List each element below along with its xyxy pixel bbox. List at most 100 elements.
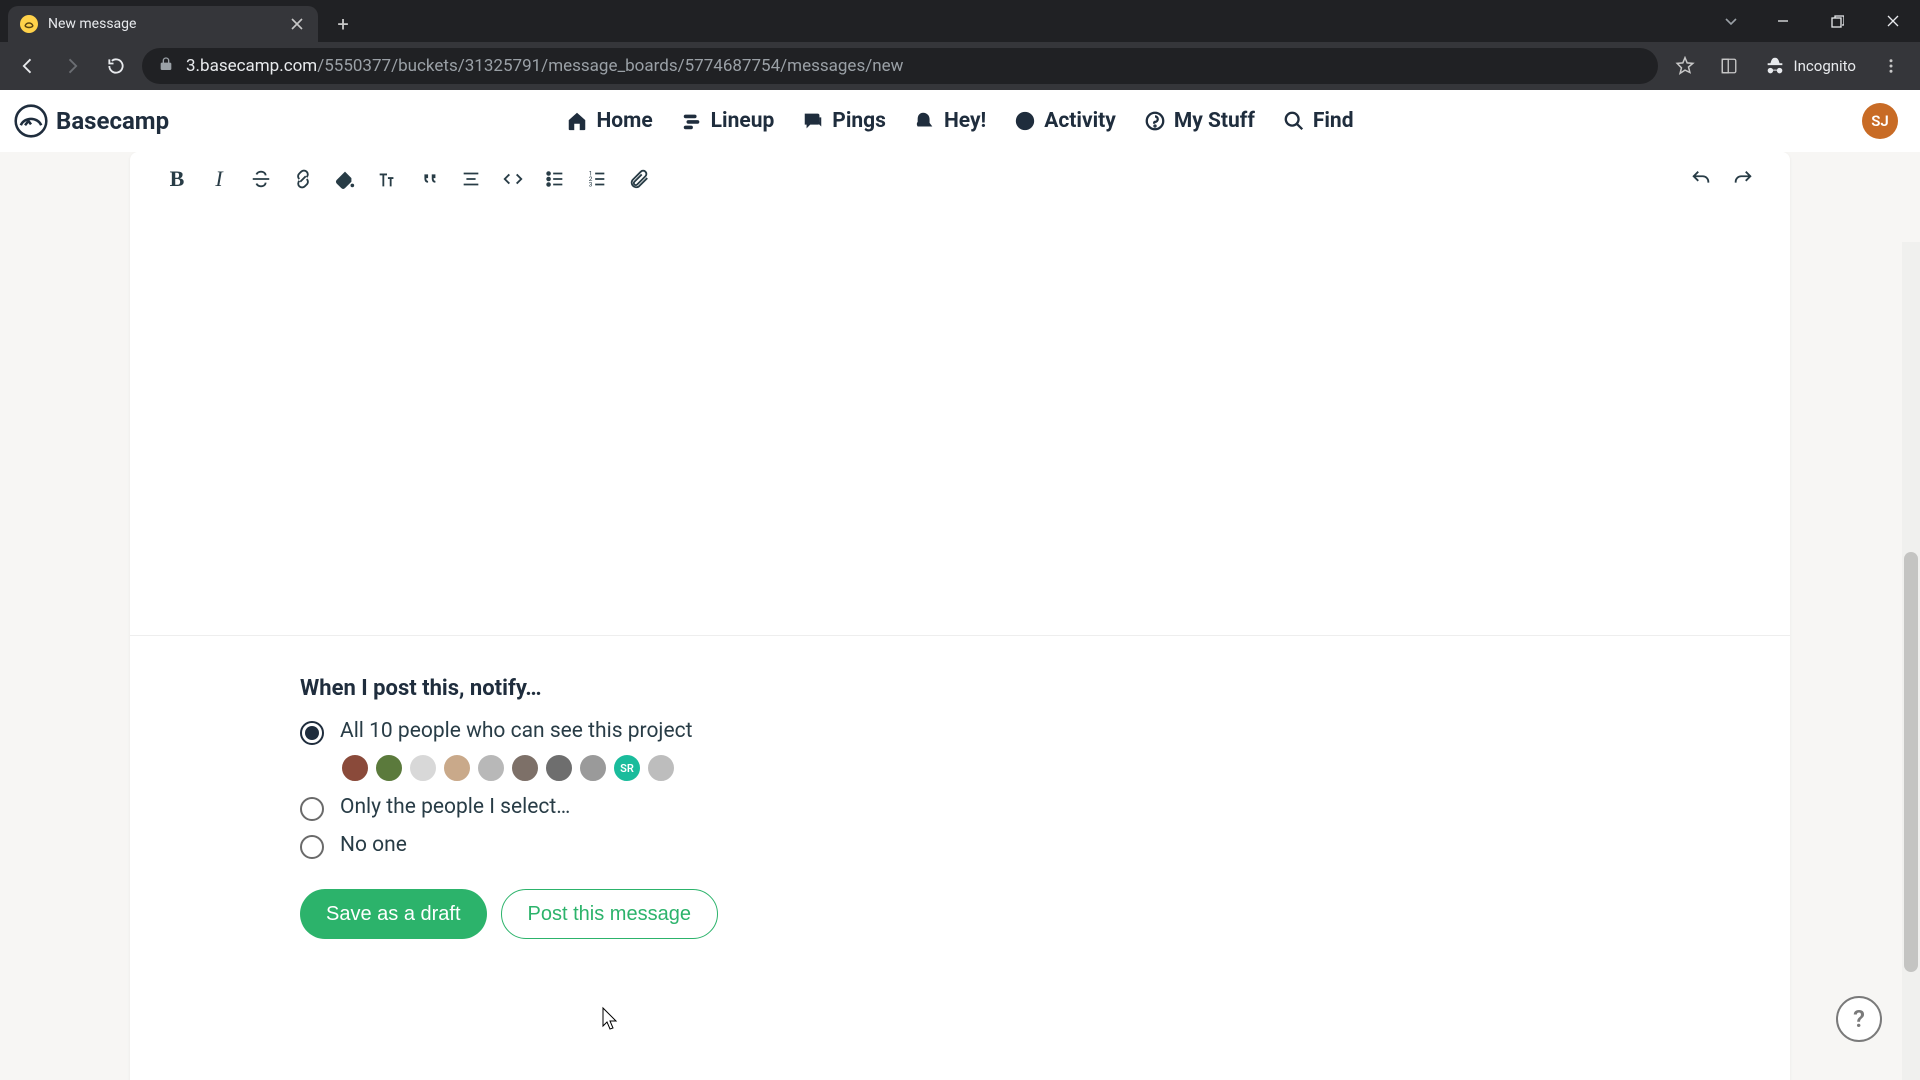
nav-find[interactable]: Find <box>1283 109 1354 133</box>
action-row: Save as a draft Post this message <box>300 889 1620 939</box>
person-avatar <box>442 753 472 783</box>
page-body: B I 123 When I post this, notify… <box>0 152 1920 1080</box>
home-icon <box>566 110 588 132</box>
mystuff-icon <box>1144 110 1166 132</box>
number-list-button[interactable]: 123 <box>576 159 618 199</box>
tab-strip: New message + <box>0 0 1920 42</box>
person-avatar <box>646 753 676 783</box>
brand-name: Basecamp <box>56 107 169 135</box>
bullet-list-button[interactable] <box>534 159 576 199</box>
app-nav: Basecamp Home Lineup Pings Hey! Activity… <box>0 90 1920 152</box>
bookmark-icon[interactable] <box>1666 47 1704 85</box>
code-button[interactable] <box>492 159 534 199</box>
person-avatar <box>340 753 370 783</box>
nav-pings[interactable]: Pings <box>802 109 886 133</box>
undo-button[interactable] <box>1680 159 1722 199</box>
incognito-badge[interactable]: Incognito <box>1754 51 1866 81</box>
person-avatar <box>374 753 404 783</box>
incognito-icon <box>1764 55 1786 77</box>
scrollbar-thumb[interactable] <box>1904 552 1918 972</box>
browser-tab[interactable]: New message <box>8 6 318 42</box>
close-window-button[interactable] <box>1865 0 1920 42</box>
radio-label: No one <box>340 833 407 857</box>
app-area: Basecamp Home Lineup Pings Hey! Activity… <box>0 90 1920 1080</box>
minimize-button[interactable] <box>1755 0 1810 42</box>
nav-mystuff[interactable]: My Stuff <box>1144 109 1255 133</box>
forward-button[interactable] <box>54 48 90 84</box>
extensions-icon[interactable] <box>1710 47 1748 85</box>
browser-chrome: New message + 3.basecamp.com/5550377/buc… <box>0 0 1920 90</box>
person-avatar <box>476 753 506 783</box>
reload-button[interactable] <box>98 48 134 84</box>
avatar-initials: SJ <box>1871 112 1889 130</box>
incognito-label: Incognito <box>1794 57 1856 75</box>
favicon-basecamp-icon <box>20 15 38 33</box>
radio-label: Only the people I select… <box>340 795 570 819</box>
nav-label: Find <box>1313 109 1354 133</box>
brand[interactable]: Basecamp <box>14 104 169 138</box>
back-button[interactable] <box>10 48 46 84</box>
lock-icon <box>158 56 174 76</box>
basecamp-logo-icon <box>14 104 48 138</box>
new-tab-button[interactable]: + <box>328 9 358 39</box>
italic-button[interactable]: I <box>198 159 240 199</box>
save-draft-button[interactable]: Save as a draft <box>300 889 487 939</box>
nav-activity[interactable]: Activity <box>1014 109 1116 133</box>
person-avatar <box>408 753 438 783</box>
person-avatar <box>578 753 608 783</box>
heading-button[interactable] <box>366 159 408 199</box>
nav-items: Home Lineup Pings Hey! Activity My Stuff… <box>566 109 1353 133</box>
radio-icon <box>300 721 324 745</box>
nav-label: My Stuff <box>1174 109 1255 133</box>
nav-label: Hey! <box>944 109 986 133</box>
close-tab-icon[interactable] <box>288 15 306 33</box>
strikethrough-button[interactable] <box>240 159 282 199</box>
align-button[interactable] <box>450 159 492 199</box>
link-button[interactable] <box>282 159 324 199</box>
person-avatar <box>510 753 540 783</box>
person-avatar: SR <box>612 753 642 783</box>
activity-icon <box>1014 110 1036 132</box>
help-button[interactable]: ? <box>1836 996 1882 1042</box>
quote-button[interactable] <box>408 159 450 199</box>
message-body-editor[interactable] <box>130 206 1790 636</box>
lineup-icon <box>681 110 703 132</box>
address-bar[interactable]: 3.basecamp.com/5550377/buckets/31325791/… <box>142 48 1658 84</box>
nav-label: Home <box>596 109 652 133</box>
redo-button[interactable] <box>1722 159 1764 199</box>
notify-heading: When I post this, notify… <box>300 676 1620 701</box>
url-text: 3.basecamp.com/5550377/buckets/31325791/… <box>186 56 903 76</box>
nav-hey[interactable]: Hey! <box>914 109 986 133</box>
help-icon: ? <box>1853 1005 1865 1033</box>
user-avatar[interactable]: SJ <box>1862 103 1898 139</box>
notify-option-all[interactable]: All 10 people who can see this project S… <box>300 719 1620 783</box>
person-avatar <box>544 753 574 783</box>
notify-option-none[interactable]: No one <box>300 833 1620 859</box>
notify-section: When I post this, notify… All 10 people … <box>130 636 1790 969</box>
notify-option-select[interactable]: Only the people I select… <box>300 795 1620 821</box>
editor-toolbar: B I 123 <box>130 152 1790 206</box>
radio-icon <box>300 835 324 859</box>
attachment-button[interactable] <box>618 159 660 199</box>
window-controls <box>1707 0 1920 42</box>
radio-icon <box>300 797 324 821</box>
nav-home[interactable]: Home <box>566 109 652 133</box>
pings-icon <box>802 110 824 132</box>
bold-button[interactable]: B <box>156 159 198 199</box>
tab-title: New message <box>48 16 278 32</box>
radio-label: All 10 people who can see this project <box>340 719 692 743</box>
color-button[interactable] <box>324 159 366 199</box>
tab-search-icon[interactable] <box>1707 0 1755 42</box>
post-message-button[interactable]: Post this message <box>501 889 718 939</box>
message-card: B I 123 When I post this, notify… <box>130 152 1790 1080</box>
maximize-button[interactable] <box>1810 0 1865 42</box>
browser-toolbar: 3.basecamp.com/5550377/buckets/31325791/… <box>0 42 1920 90</box>
vertical-scrollbar[interactable] <box>1902 242 1920 1080</box>
svg-text:3: 3 <box>589 180 593 188</box>
nav-label: Pings <box>832 109 886 133</box>
nav-label: Activity <box>1044 109 1116 133</box>
hey-icon <box>914 110 936 132</box>
people-avatars: SR <box>340 753 692 783</box>
nav-lineup[interactable]: Lineup <box>681 109 775 133</box>
browser-menu-icon[interactable] <box>1872 47 1910 85</box>
